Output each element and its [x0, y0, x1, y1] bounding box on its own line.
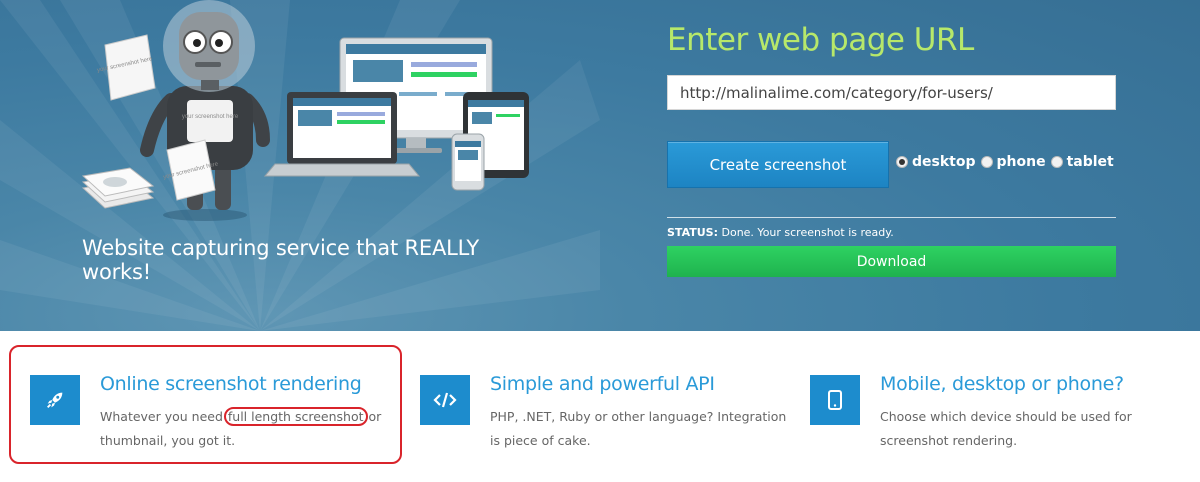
form-title: Enter web page URL	[667, 22, 974, 58]
feature-devices: Mobile, desktop or phone? Choose which d…	[810, 373, 1190, 455]
url-input[interactable]	[667, 75, 1116, 110]
device-option-label: phone	[996, 154, 1046, 170]
feature-title: Mobile, desktop or phone?	[880, 373, 1124, 395]
device-option-tablet[interactable]: tablet	[1050, 154, 1114, 170]
form-divider	[667, 217, 1116, 218]
device-option-label: desktop	[912, 154, 976, 170]
radio-desktop[interactable]	[896, 156, 908, 168]
laptop-icon	[263, 92, 421, 177]
feature-title: Simple and powerful API	[490, 373, 715, 395]
feature-description: Choose which device should be used for s…	[880, 409, 1132, 448]
feature-title: Online screenshot rendering	[100, 373, 362, 395]
radio-tablet[interactable]	[1050, 156, 1063, 168]
features-section: Online screenshot rendering Whatever you…	[0, 331, 1200, 482]
code-icon	[420, 375, 470, 425]
phone-icon	[451, 133, 485, 191]
flying-paper-icon: your screenshot here	[97, 34, 156, 101]
paper-stack-icon	[81, 167, 155, 209]
feature-description: Whatever you need full length screenshot…	[100, 407, 382, 448]
create-screenshot-button[interactable]: Create screenshot	[667, 141, 889, 188]
feature-description: PHP, .NET, Ruby or other language? Integ…	[490, 409, 787, 448]
hero-tagline: Website capturing service that REALLY wo…	[82, 236, 479, 284]
rocket-icon	[30, 375, 80, 425]
hero-banner: your screenshot here your screenshot her…	[0, 0, 1200, 331]
status-line: STATUS: Done. Your screenshot is ready.	[667, 226, 894, 239]
hero-illustration: your screenshot here your screenshot her…	[81, 0, 529, 221]
highlighted-phrase: full length screenshot	[223, 407, 368, 426]
svg-text:your screenshot here: your screenshot here	[182, 114, 239, 120]
device-options: desktop phone tablet	[896, 154, 1119, 170]
download-button[interactable]: Download	[667, 246, 1116, 277]
status-label: STATUS:	[667, 226, 718, 239]
device-option-desktop[interactable]: desktop	[896, 154, 976, 170]
device-option-label: tablet	[1066, 154, 1114, 170]
status-text: Done. Your screenshot is ready.	[718, 226, 894, 239]
radio-phone[interactable]	[980, 156, 993, 168]
feature-api: Simple and powerful API PHP, .NET, Ruby …	[420, 373, 800, 455]
mobile-icon	[810, 375, 860, 425]
device-option-phone[interactable]: phone	[980, 154, 1046, 170]
feature-screenshot-rendering: Online screenshot rendering Whatever you…	[30, 373, 410, 455]
